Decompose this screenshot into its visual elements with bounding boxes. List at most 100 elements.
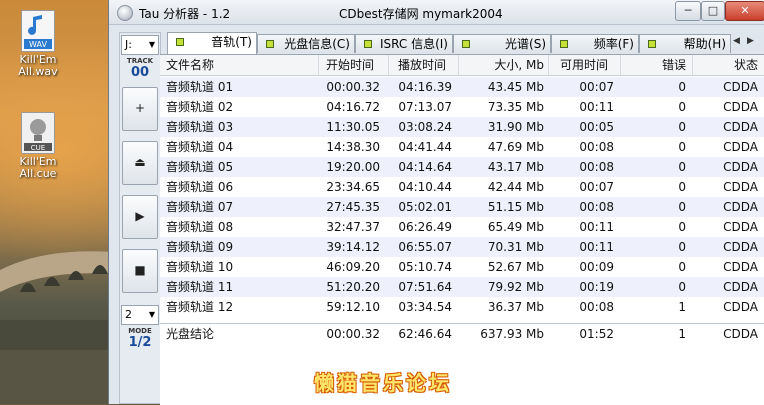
close-button[interactable]: ✕ xyxy=(725,1,764,21)
forum-watermark: 懒猫音乐论坛 xyxy=(314,371,452,395)
tab-led-icon xyxy=(176,38,184,46)
available-time-cell: 00:07 xyxy=(579,180,614,194)
mode-caption: MODE xyxy=(128,327,152,335)
eject-button[interactable]: ⏏ xyxy=(122,141,158,185)
column-header[interactable]: 错误 xyxy=(624,55,686,75)
available-time-cell: 00:08 xyxy=(579,300,614,314)
errors-cell: 1 xyxy=(678,327,686,341)
size-cell: 52.67 Mb xyxy=(487,260,544,274)
play-time-cell: 05:02.01 xyxy=(398,200,452,214)
table-row[interactable]: 音频轨道 07 27:45.35 05:02.01 51.15 Mb 00:08 0 CDD… xyxy=(160,197,764,217)
column-header[interactable]: 大小, Mb xyxy=(460,55,544,75)
available-time-cell: 00:19 xyxy=(579,280,614,294)
status-cell: CDDA xyxy=(723,200,758,214)
mode-number: 1/2 xyxy=(128,335,152,350)
maximize-button[interactable]: □ xyxy=(701,1,725,21)
errors-cell: 0 xyxy=(678,160,686,174)
table-header-row[interactable]: 文件名称 开始时间 播放时间 大小, Mb 可用时间 错误 状态 xyxy=(160,55,764,76)
tab-label: 光盘信息(C) xyxy=(284,37,350,51)
available-time-cell: 00:11 xyxy=(579,220,614,234)
column-header[interactable]: 文件名称 xyxy=(166,55,316,75)
play-time-cell: 03:08.24 xyxy=(398,120,452,134)
file-name-cell: 音频轨道 03 xyxy=(166,120,234,134)
tab-scroll-right-icon[interactable]: ▶ xyxy=(747,36,754,46)
table-row[interactable]: 音频轨道 10 46:09.20 05:10.74 52.67 Mb 00:09 0 CDD… xyxy=(160,257,764,277)
desktop-icon-label: Kill'Em All.wav xyxy=(18,53,58,78)
play-time-cell: 04:10.44 xyxy=(398,180,452,194)
table-row[interactable]: 音频轨道 11 51:20.20 07:51.64 79.92 Mb 00:19 0 CDD… xyxy=(160,277,764,297)
file-name-cell: 音频轨道 04 xyxy=(166,140,234,154)
errors-cell: 0 xyxy=(678,140,686,154)
status-cell: CDDA xyxy=(723,280,758,294)
chevron-down-icon: ▼ xyxy=(148,40,155,49)
table-row[interactable]: 音频轨道 02 04:16.72 07:13.07 73.35 Mb 00:11 0 CDD… xyxy=(160,97,764,117)
drive-letter: J: xyxy=(125,38,132,51)
minimize-button[interactable]: ─ xyxy=(675,1,701,21)
play-time-cell: 05:10.74 xyxy=(398,260,452,274)
tab-help[interactable]: 帮助(H) xyxy=(639,34,731,53)
column-header[interactable]: 可用时间 xyxy=(554,55,614,75)
table-row[interactable]: 音频轨道 09 39:14.12 06:55.07 70.31 Mb 00:11 0 CDD… xyxy=(160,237,764,257)
start-time-cell: 51:20.20 xyxy=(326,280,380,294)
tab-label: ISRC 信息(I) xyxy=(380,37,448,51)
column-header[interactable]: 状态 xyxy=(696,55,758,75)
tab-label: 频率(F) xyxy=(593,37,634,51)
file-name-cell: 光盘结论 xyxy=(166,327,215,341)
play-button[interactable]: ▶ xyxy=(122,195,158,239)
desktop-icon-label: Kill'Em All.cue xyxy=(19,155,57,180)
tab-scroll-left-icon[interactable]: ◀ xyxy=(733,36,740,46)
status-cell: CDDA xyxy=(723,180,758,194)
desktop-icon-cue[interactable]: CUE Kill'Em All.cue xyxy=(8,112,68,180)
play-time-cell: 07:51.64 xyxy=(398,280,452,294)
size-cell: 31.90 Mb xyxy=(487,120,544,134)
table-row[interactable]: 音频轨道 05 19:20.00 04:14.64 43.17 Mb 00:08 0 CDD… xyxy=(160,157,764,177)
column-divider xyxy=(548,55,549,75)
size-cell: 65.49 Mb xyxy=(487,220,544,234)
available-time-cell: 00:08 xyxy=(579,140,614,154)
table-total-row[interactable]: 光盘结论 00:00.32 62:46.64 637.93 Mb 01:52 1 CDDA xyxy=(160,323,764,344)
play-time-cell: 06:55.07 xyxy=(398,240,452,254)
start-time-cell: 00:00.32 xyxy=(326,327,380,341)
table-row[interactable]: 音频轨道 01 00:00.32 04:16.39 43.45 Mb 00:07 0 CDD… xyxy=(160,77,764,97)
file-name-cell: 音频轨道 10 xyxy=(166,260,234,274)
start-time-cell: 11:30.05 xyxy=(326,120,380,134)
tab-label: 光谱(S) xyxy=(505,37,546,51)
window-title-extra: CDbest存储网 mymark2004 xyxy=(339,7,503,21)
table-row[interactable]: 音频轨道 03 11:30.05 03:08.24 31.90 Mb 00:05 0 CDD… xyxy=(160,117,764,137)
available-time-cell: 01:52 xyxy=(579,327,614,341)
title-bar[interactable]: Tau 分析器 - 1.2 CDbest存储网 mymark2004 ─ □ ✕ xyxy=(109,0,764,25)
add-button[interactable]: + xyxy=(122,87,158,131)
column-header[interactable]: 播放时间 xyxy=(392,55,452,75)
table-row[interactable]: 音频轨道 06 23:34.65 04:10.44 42.44 Mb 00:07 0 CDD… xyxy=(160,177,764,197)
track-table: 文件名称 开始时间 播放时间 大小, Mb 可用时间 错误 状态 音频轨道 01 00:00.3… xyxy=(160,54,764,405)
cue-file-icon: CUE xyxy=(21,112,55,154)
status-cell: CDDA xyxy=(723,120,758,134)
tab-isrc-info[interactable]: ISRC 信息(I) xyxy=(355,34,453,53)
drive-select[interactable]: J: ▼ xyxy=(121,35,159,55)
desktop-icon-wav[interactable]: WAV Kill'Em All.wav xyxy=(8,10,68,78)
tab-led-icon xyxy=(462,40,470,48)
status-cell: CDDA xyxy=(723,160,758,174)
mode-select[interactable]: 2 ▼ xyxy=(121,305,159,325)
errors-cell: 0 xyxy=(678,120,686,134)
stop-button[interactable]: ■ xyxy=(122,249,158,293)
size-cell: 43.17 Mb xyxy=(487,160,544,174)
tab-spectrum[interactable]: 光谱(S) xyxy=(453,34,551,53)
table-row[interactable]: 音频轨道 04 14:38.30 04:41.44 47.69 Mb 00:08 0 CDD… xyxy=(160,137,764,157)
file-name-cell: 音频轨道 06 xyxy=(166,180,234,194)
play-time-cell: 62:46.64 xyxy=(398,327,452,341)
table-row[interactable]: 音频轨道 08 32:47.37 06:26.49 65.49 Mb 00:11 0 CDD… xyxy=(160,217,764,237)
errors-cell: 0 xyxy=(678,180,686,194)
column-header[interactable]: 开始时间 xyxy=(320,55,380,75)
tab-tracks[interactable]: 音轨(T) xyxy=(167,32,257,54)
window-title: Tau 分析器 - 1.2 xyxy=(139,7,231,21)
start-time-cell: 59:12.10 xyxy=(326,300,380,314)
tab-disc-info[interactable]: 光盘信息(C) xyxy=(257,34,355,53)
available-time-cell: 00:08 xyxy=(579,200,614,214)
start-time-cell: 04:16.72 xyxy=(326,100,380,114)
table-row[interactable]: 音频轨道 12 59:12.10 03:34.54 36.37 Mb 00:08 1 CDD… xyxy=(160,297,764,317)
size-cell: 43.45 Mb xyxy=(487,80,544,94)
tab-frequency[interactable]: 频率(F) xyxy=(551,34,639,53)
errors-cell: 0 xyxy=(678,100,686,114)
start-time-cell: 46:09.20 xyxy=(326,260,380,274)
